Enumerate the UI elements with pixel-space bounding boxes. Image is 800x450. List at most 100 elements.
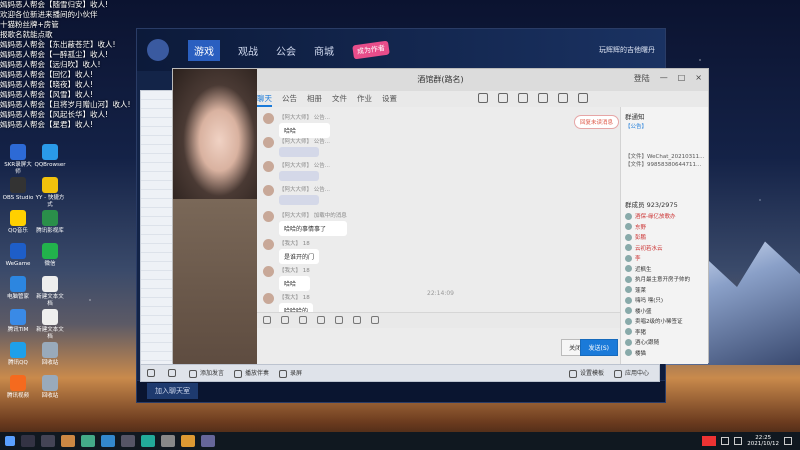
message-list[interactable]: 回复未读消息 22:14:09 【阿大大师】 公告... 哈哈 【阿大大师】 公告.…: [257, 107, 625, 312]
record-button[interactable]: 录屏: [279, 368, 302, 378]
taskbar-app-icon[interactable]: [61, 435, 75, 447]
tab-homework[interactable]: 作业: [357, 91, 372, 107]
room-list-row[interactable]: [141, 334, 172, 343]
room-list-row[interactable]: [141, 343, 172, 352]
avatar[interactable]: [263, 137, 274, 148]
game-user-name[interactable]: 玩辉辉的吉他曙丹: [599, 45, 655, 55]
room-list-row[interactable]: [141, 163, 172, 172]
room-list-row[interactable]: [141, 118, 172, 127]
room-list-row[interactable]: [141, 271, 172, 280]
taskbar-app-icon[interactable]: [81, 435, 95, 447]
unread-button[interactable]: 回复未读消息: [573, 115, 619, 129]
maximize-icon[interactable]: □: [678, 73, 686, 84]
member-item[interactable]: 东野: [625, 222, 704, 233]
speaker-icon[interactable]: [147, 369, 158, 377]
room-list-row[interactable]: [141, 172, 172, 181]
taskbar-app-icon[interactable]: [121, 435, 135, 447]
room-list-row[interactable]: [141, 145, 172, 154]
member-item[interactable]: 云初若水云: [625, 243, 704, 254]
tray-s-icon[interactable]: [702, 436, 717, 446]
more-icon[interactable]: [578, 93, 588, 103]
avatar[interactable]: [263, 113, 274, 124]
room-list-row[interactable]: [141, 208, 172, 217]
member-item[interactable]: 蓬莱: [625, 285, 704, 296]
add-speech-button[interactable]: 添加发言: [189, 368, 224, 378]
search-icon[interactable]: [21, 435, 35, 447]
folder-icon[interactable]: [317, 316, 325, 324]
notice-line[interactable]: 【文件】WeChat_20210311...: [625, 153, 704, 161]
clock[interactable]: 22:25 2021/10/12: [747, 435, 779, 447]
game-tab-3[interactable]: 商城: [314, 43, 334, 58]
room-list-row[interactable]: [141, 190, 172, 199]
desktop-shortcut[interactable]: YY - 快捷方式: [34, 177, 66, 209]
member-item[interactable]: 执月最主意开房子帅的: [625, 274, 704, 285]
desktop-shortcut[interactable]: 腾讯视频: [2, 375, 34, 400]
room-list-row[interactable]: [141, 226, 172, 235]
desktop-shortcut[interactable]: 电脑管家: [2, 276, 34, 301]
room-list-row[interactable]: [141, 91, 172, 100]
desktop-shortcut[interactable]: 腾讯影视库: [34, 210, 66, 235]
member-item[interactable]: 李: [625, 253, 704, 264]
scissors-icon[interactable]: [299, 316, 307, 324]
phone-icon[interactable]: [478, 93, 488, 103]
game-tab-0[interactable]: 游戏: [188, 39, 220, 61]
room-list-row[interactable]: [141, 136, 172, 145]
desktop-shortcut[interactable]: 新建文本文档: [34, 276, 66, 308]
room-list-row[interactable]: [141, 199, 172, 208]
room-list-row[interactable]: [141, 307, 172, 316]
play-accompaniment-button[interactable]: 播放伴奏: [234, 368, 269, 378]
tab-files[interactable]: 文件: [332, 91, 347, 107]
member-item[interactable]: 酒心(跟随: [625, 337, 704, 348]
avatar[interactable]: [263, 266, 274, 277]
video-icon[interactable]: [498, 93, 508, 103]
taskbar-app-icon[interactable]: [161, 435, 175, 447]
desktop-shortcut[interactable]: SKR录屏大师: [2, 144, 34, 176]
avatar[interactable]: [263, 293, 274, 304]
network-icon[interactable]: [734, 437, 743, 445]
emoji-icon[interactable]: [263, 316, 271, 324]
desktop-shortcut[interactable]: OBS Studio: [2, 177, 34, 202]
room-list-row[interactable]: [141, 235, 172, 244]
desktop-shortcut[interactable]: 新建文本文档: [34, 309, 66, 341]
room-list-row[interactable]: [141, 289, 172, 298]
room-list-row[interactable]: [141, 244, 172, 253]
task-view-icon[interactable]: [41, 435, 55, 447]
room-list-row[interactable]: [141, 325, 172, 334]
room-list-row[interactable]: [141, 181, 172, 190]
game-tab-1[interactable]: 观战: [238, 43, 258, 58]
game-tab-2[interactable]: 公会: [276, 43, 296, 58]
room-list-row[interactable]: [141, 154, 172, 163]
room-list-row[interactable]: [141, 109, 172, 118]
member-item[interactable]: 酒保-缘亿放歌办: [625, 211, 704, 222]
taskbar-app-icon[interactable]: [201, 435, 215, 447]
template-button[interactable]: 设置模板: [568, 368, 604, 378]
member-item[interactable]: 彭鹏: [625, 232, 704, 243]
room-list-row[interactable]: [141, 127, 172, 136]
notification-icon[interactable]: [784, 437, 792, 445]
author-badge[interactable]: 成为作者: [352, 40, 390, 60]
windows-start-icon[interactable]: [5, 436, 15, 446]
room-list-row[interactable]: [141, 280, 172, 289]
member-item[interactable]: 李猪: [625, 327, 704, 338]
room-list-row[interactable]: [141, 100, 172, 109]
taskbar-app-icon[interactable]: [101, 435, 115, 447]
room-list-row[interactable]: [141, 262, 172, 271]
join-chat-button[interactable]: 加入聊天室: [147, 383, 198, 399]
notice-line[interactable]: 【文件】99858380644711...: [625, 161, 704, 169]
desktop-shortcut[interactable]: WeGame: [2, 243, 34, 268]
desktop-shortcut[interactable]: 腾讯TIM: [2, 309, 34, 334]
member-item[interactable]: 楼小盛: [625, 306, 704, 317]
add-icon[interactable]: [558, 93, 568, 103]
desktop-shortcut[interactable]: 腾讯QQ: [2, 342, 34, 367]
app-icon[interactable]: [538, 93, 548, 103]
desktop-shortcut[interactable]: QQBrowser: [34, 144, 66, 169]
tab-album[interactable]: 相册: [307, 91, 322, 107]
desktop-shortcut[interactable]: 回收站: [34, 342, 66, 367]
app-center-button[interactable]: 应用中心: [613, 368, 649, 378]
room-list-row[interactable]: [141, 316, 172, 325]
member-item[interactable]: 近枫生: [625, 264, 704, 275]
room-list-row[interactable]: [141, 253, 172, 262]
avatar[interactable]: [263, 161, 274, 172]
member-item[interactable]: 楼猫: [625, 348, 704, 359]
volume-icon[interactable]: [721, 437, 730, 445]
